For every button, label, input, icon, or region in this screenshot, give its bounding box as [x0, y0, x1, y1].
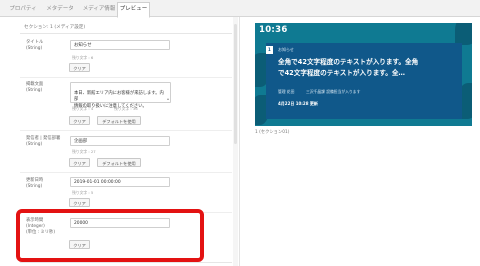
- row-divider: [20, 172, 232, 173]
- preview-clock: 10:36: [259, 25, 288, 35]
- section-divider: [20, 33, 232, 34]
- title-field-label: タイトル (String): [26, 40, 44, 51]
- datetime-input[interactable]: 2019-01-01 00:00:00: [70, 177, 170, 187]
- resize-grip-icon[interactable]: ▴: [167, 97, 169, 101]
- body-textarea[interactable]: 本日、新館エリア内にお客様が来訪します。内部 情報の取り扱いに注意してください。…: [70, 82, 171, 109]
- preview-caption: 1 (セクション01): [255, 130, 290, 135]
- sender-input[interactable]: 企画部: [70, 136, 170, 146]
- row-divider: [20, 130, 232, 131]
- preview-category: お知らせ: [278, 47, 294, 52]
- datetime-clear-button[interactable]: クリア: [69, 198, 90, 207]
- row-divider: [20, 262, 232, 263]
- body-use-default-button[interactable]: デフォルトを使用: [97, 116, 141, 125]
- sender-field-label: 発信者 | 発信部署 (String): [26, 136, 61, 147]
- row-divider: [20, 77, 232, 78]
- preview-message-panel: 1 お知らせ 全角で42文字程度のテキストが入ります。全角 で42文字程度のテキ…: [266, 43, 462, 119]
- tab-media-info[interactable]: メディア情報: [80, 3, 118, 16]
- body-remaining-count-right: 残り文字 : 36: [114, 106, 138, 111]
- tab-bar: プロパティ メタデータ メディア情報 プレビュー: [0, 0, 480, 18]
- preview-department: 三沢千晶課 設備担当が入ります: [306, 89, 361, 94]
- title-remaining-count: 残り文字 : 6: [72, 55, 94, 60]
- preview-updated-date: 4月22日 10:28 更新: [278, 101, 318, 106]
- tab-preview[interactable]: プレビュー: [117, 2, 150, 18]
- body-clear-button[interactable]: クリア: [69, 116, 90, 125]
- sender-use-default-button[interactable]: デフォルトを使用: [97, 158, 141, 167]
- datetime-field-label: 更新日時 (String): [26, 178, 44, 189]
- editor-scroll-thumb[interactable]: [234, 24, 237, 144]
- body-remaining-count-left: 残り文字 : 4: [72, 106, 94, 111]
- sender-clear-button[interactable]: クリア: [69, 158, 90, 167]
- tab-properties[interactable]: プロパティ: [6, 3, 40, 16]
- signage-preview: 10:36 1 お知らせ 全角で42文字程度のテキストが入ります。全角 で42文…: [255, 23, 472, 126]
- body-field-label: 掲載文面 (String): [26, 82, 44, 93]
- preview-page-badge: 1: [266, 46, 273, 54]
- title-input[interactable]: お知らせ: [70, 40, 170, 50]
- leaf-decoration: [455, 23, 472, 45]
- preview-author: 管理 花田: [278, 89, 295, 94]
- title-clear-button[interactable]: クリア: [69, 63, 90, 72]
- pane-divider: [239, 17, 240, 266]
- datetime-remaining-count: 残り文字 : 5: [72, 190, 94, 195]
- preview-headline: 全角で42文字程度のテキストが入ります。全角 で42文字程度のテキストが入ります…: [278, 58, 419, 77]
- sender-remaining-count: 残り文字 : 27: [72, 149, 96, 154]
- highlight-box: [16, 209, 204, 262]
- section-title: セクション: 1 (メディア設定): [24, 25, 86, 30]
- preview-page-number: 1: [268, 47, 271, 52]
- tab-metadata[interactable]: メタデータ: [42, 3, 78, 16]
